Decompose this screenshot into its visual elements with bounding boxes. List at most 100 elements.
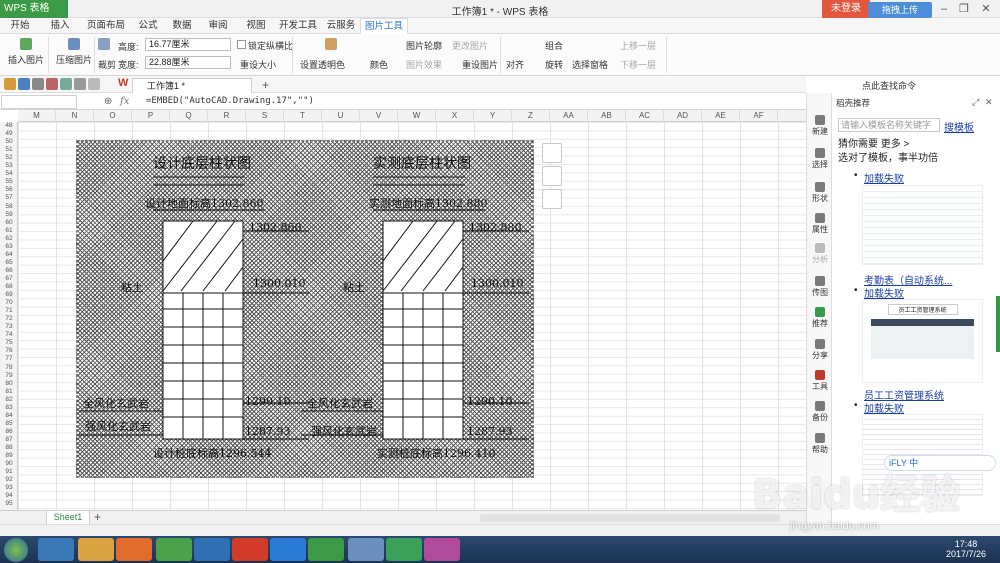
send-backward-button[interactable]: 下移一层 <box>620 58 656 71</box>
sidebar-item-select[interactable]: 选择 <box>807 148 833 170</box>
tab-formula[interactable]: 公式 <box>132 18 164 34</box>
column-header[interactable]: Z <box>512 110 550 122</box>
column-header[interactable]: V <box>360 110 398 122</box>
panel-header[interactable]: 稻壳推荐 <box>836 97 870 109</box>
restore-icon[interactable]: ❐ <box>956 2 972 16</box>
sidebar-item-share[interactable]: 分享 <box>807 339 833 361</box>
star-app-icon[interactable] <box>270 538 306 561</box>
tab-insert[interactable]: 插入 <box>44 18 76 34</box>
column-header[interactable]: Y <box>474 110 512 122</box>
redo-icon[interactable] <box>88 78 100 90</box>
add-sheet-button[interactable]: + <box>94 510 101 524</box>
bring-forward-button[interactable]: 上移一层 <box>620 39 656 52</box>
column-header[interactable]: AB <box>588 110 626 122</box>
column-header[interactable]: R <box>208 110 246 122</box>
minimize-icon[interactable]: – <box>936 2 952 16</box>
clock[interactable]: 17:48 2017/7/26 <box>946 539 986 559</box>
column-header[interactable]: AF <box>740 110 778 122</box>
tab-picture-tools[interactable]: 图片工具 <box>360 18 408 34</box>
embedded-cad-drawing[interactable]: 设计底层柱状图 实测底层柱状图 设计地面标高1302.860 实测地面标高130… <box>76 140 534 478</box>
reset-size-button[interactable]: 重设大小 <box>240 58 276 71</box>
login-button[interactable]: 未登录 <box>822 0 870 18</box>
zoom-icon[interactable]: ⊕ <box>104 96 112 107</box>
new-tab-button[interactable]: + <box>262 78 269 92</box>
load-failed-link-1[interactable]: 加载失败 <box>864 170 904 185</box>
column-header[interactable]: T <box>284 110 322 122</box>
tab-home[interactable]: 开始 <box>4 18 36 34</box>
tab-data[interactable]: 数据 <box>166 18 198 34</box>
sidebar-item-upload-image[interactable]: 传图 <box>807 276 833 298</box>
cloud-app-icon[interactable] <box>194 538 230 561</box>
save-icon[interactable] <box>18 78 30 90</box>
undo-icon[interactable] <box>74 78 86 90</box>
column-header[interactable]: X <box>436 110 474 122</box>
reset-picture-button[interactable]: 重设图片 <box>462 58 498 71</box>
tab-review[interactable]: 审阅 <box>202 18 234 34</box>
rotate-menu-button[interactable]: 旋转 <box>545 58 563 71</box>
fill-bucket-icon[interactable] <box>542 166 562 186</box>
sidebar-item-shape[interactable]: 形状 <box>807 182 833 204</box>
compress-picture-button[interactable]: 压缩图片 <box>56 38 92 66</box>
picture-outline-button[interactable]: 图片轮廓 <box>406 39 442 52</box>
width-field[interactable]: 22.88厘米 <box>145 56 231 69</box>
upload-button[interactable]: 拖拽上传 <box>868 2 932 18</box>
outline-icon[interactable] <box>542 189 562 209</box>
column-header[interactable]: AE <box>702 110 740 122</box>
load-failed-link-3[interactable]: 加载失败 <box>864 400 904 415</box>
open-icon[interactable] <box>4 78 16 90</box>
tab-page-layout[interactable]: 页面布局 <box>82 18 130 34</box>
column-header[interactable]: N <box>56 110 94 122</box>
edit-picture-icon[interactable] <box>542 143 562 163</box>
sidebar-item-help[interactable]: 帮助 <box>807 433 833 455</box>
sidebar-item-recommend[interactable]: 推荐 <box>807 307 833 329</box>
find-command[interactable]: 点此查找命令 <box>862 79 916 92</box>
wps-sheet-taskbar-icon[interactable] <box>308 538 344 561</box>
crop-button[interactable] <box>98 38 110 53</box>
rotate-button[interactable]: 裁剪 <box>98 58 116 71</box>
column-header[interactable]: P <box>132 110 170 122</box>
panel-expand-handle[interactable] <box>996 296 1000 352</box>
set-transparent-button[interactable] <box>325 38 337 53</box>
ie-icon[interactable] <box>38 538 74 561</box>
panel-pin-icon[interactable]: ⤢ <box>972 97 979 108</box>
load-failed-link-2[interactable]: 加载失败 <box>864 285 904 300</box>
picture-effect-button[interactable]: 图片效果 <box>406 58 442 71</box>
export-pdf-icon[interactable] <box>46 78 58 90</box>
print-icon[interactable] <box>32 78 44 90</box>
explorer-icon[interactable] <box>78 538 114 561</box>
paint-icon[interactable] <box>424 538 460 561</box>
sidebar-item-property[interactable]: 属性 <box>807 213 833 235</box>
height-field[interactable]: 16.77厘米 <box>145 38 231 51</box>
column-header[interactable]: U <box>322 110 360 122</box>
tab-view[interactable]: 视图 <box>240 18 272 34</box>
column-header[interactable]: AD <box>664 110 702 122</box>
close-icon[interactable]: ✕ <box>978 2 994 16</box>
search-template-link[interactable]: 搜模板 <box>944 119 974 134</box>
start-button[interactable] <box>4 538 28 562</box>
workbook-tab[interactable]: 工作簿1 * <box>132 78 252 93</box>
column-header[interactable]: Q <box>170 110 208 122</box>
lock-ratio-checkbox[interactable] <box>237 40 246 49</box>
sidebar-item-backup[interactable]: 备份 <box>807 401 833 423</box>
column-header[interactable]: AA <box>550 110 588 122</box>
tab-cloud[interactable]: 云服务 <box>322 18 360 34</box>
sidebar-item-analyze[interactable]: 分析 <box>807 243 833 265</box>
sidebar-item-new[interactable]: 新建 <box>807 115 833 137</box>
column-header[interactable]: S <box>246 110 284 122</box>
row-header[interactable]: 95 <box>0 500 18 508</box>
tab-developer[interactable]: 开发工具 <box>276 18 320 34</box>
horizontal-scrollbar[interactable] <box>480 514 780 522</box>
sheet-tab-sheet1[interactable]: Sheet1 <box>46 511 90 525</box>
browser-icon[interactable] <box>156 538 192 561</box>
column-header[interactable]: W <box>398 110 436 122</box>
color-button[interactable]: 颜色 <box>370 58 388 71</box>
group-button[interactable]: 组合 <box>545 39 563 52</box>
guess-you-need[interactable]: 猜你需要 更多 > <box>838 135 909 150</box>
app-icon-9[interactable] <box>348 538 384 561</box>
template-thumbnail-2[interactable]: 员工工资管理系统 <box>862 299 983 383</box>
align-button[interactable]: 对齐 <box>506 58 524 71</box>
wps-writer-icon[interactable] <box>232 538 268 561</box>
app-icon-10[interactable] <box>386 538 422 561</box>
template-search-input[interactable]: 请输入模板名称关键字 <box>838 118 940 132</box>
column-header[interactable]: O <box>94 110 132 122</box>
